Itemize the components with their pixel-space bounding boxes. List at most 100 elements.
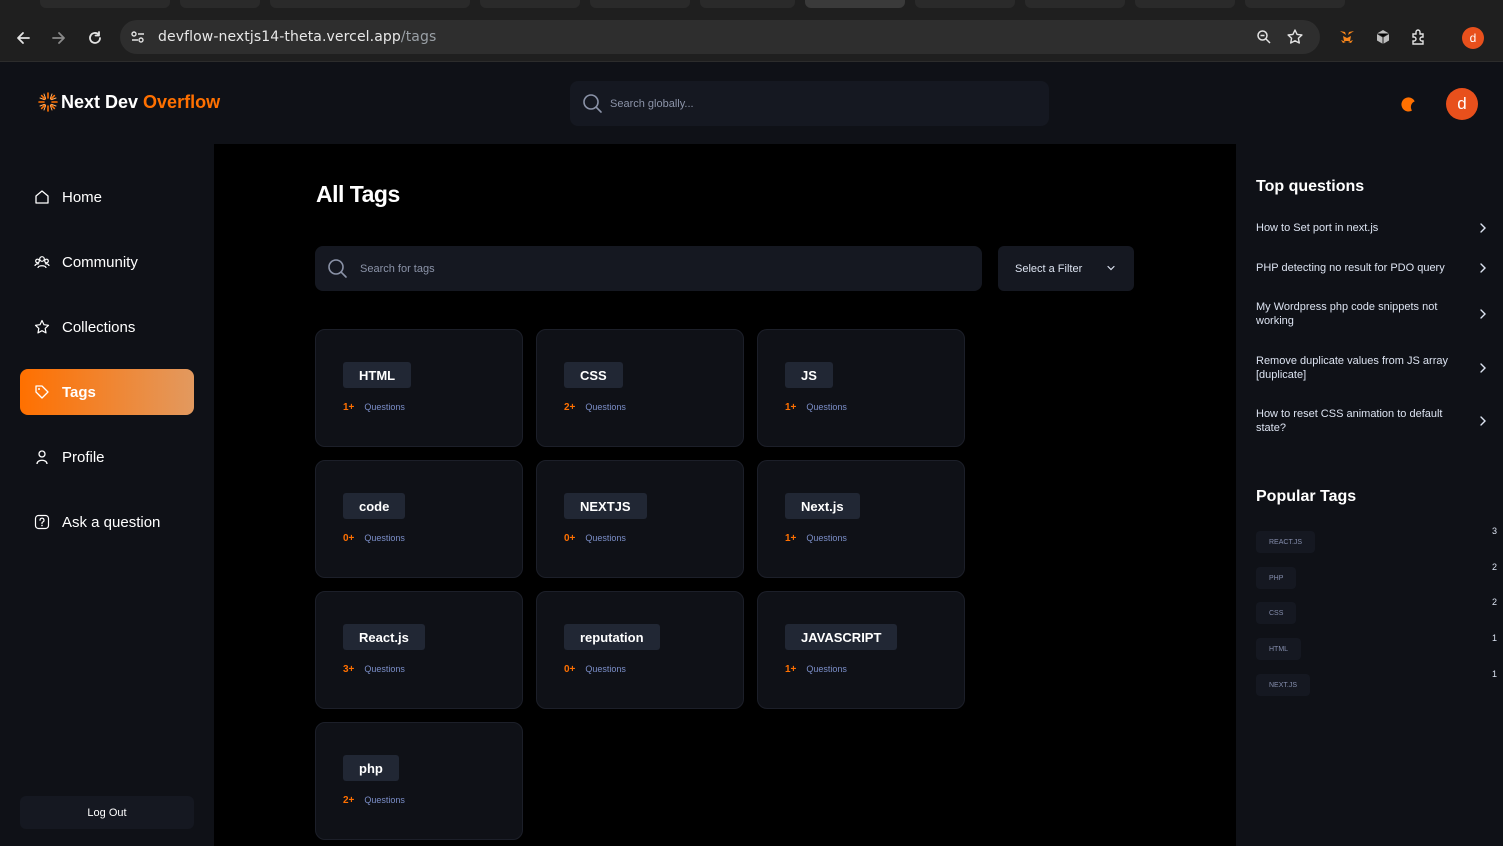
global-search-bar bbox=[570, 81, 1049, 126]
popular-tag-name: HTML bbox=[1256, 638, 1302, 660]
top-question-item[interactable]: Remove duplicate values from JS array [d… bbox=[1256, 354, 1488, 382]
extensions-puzzle-icon[interactable] bbox=[1409, 27, 1429, 47]
browser-tab[interactable] bbox=[1025, 0, 1125, 8]
logo-sunburst-icon bbox=[38, 92, 58, 112]
top-question-item[interactable]: My Wordpress php code snippets not worki… bbox=[1256, 300, 1488, 328]
popular-tag-name: REACT.JS bbox=[1256, 531, 1316, 553]
moon-icon[interactable] bbox=[1398, 94, 1418, 114]
tag-card[interactable]: HTML 1+ Questions bbox=[315, 329, 523, 447]
tag-card[interactable]: reputation 0+ Questions bbox=[536, 591, 744, 709]
back-button[interactable] bbox=[11, 26, 35, 50]
browser-tab[interactable] bbox=[1245, 0, 1345, 8]
tag-icon bbox=[34, 384, 50, 400]
chevron-right-icon bbox=[1480, 223, 1486, 233]
tag-name: JAVASCRIPT bbox=[785, 624, 898, 650]
left-sidebar: Home Community Collections Tags Profile … bbox=[0, 144, 214, 846]
filter-select-label: Select a Filter bbox=[1015, 262, 1083, 275]
chevron-right-icon bbox=[1480, 263, 1486, 273]
sidebar-item-label: Ask a question bbox=[62, 513, 161, 531]
logout-button[interactable]: Log Out bbox=[20, 796, 194, 829]
tag-name: code bbox=[343, 493, 406, 519]
tag-card[interactable]: NEXTJS 0+ Questions bbox=[536, 460, 744, 578]
right-sidebar: Top questions How to Set port in next.js… bbox=[1236, 144, 1503, 846]
browser-tab[interactable] bbox=[270, 0, 470, 8]
reload-button[interactable] bbox=[83, 26, 107, 50]
tag-card[interactable]: JAVASCRIPT 1+ Questions bbox=[757, 591, 965, 709]
sidebar-item-community[interactable]: Community bbox=[20, 239, 194, 285]
tag-name: React.js bbox=[343, 624, 425, 650]
metamask-extension-icon[interactable] bbox=[1337, 27, 1357, 47]
sidebar-item-label: Tags bbox=[62, 383, 96, 401]
popular-tag-count: 1 bbox=[1491, 633, 1497, 643]
top-questions-heading: Top questions bbox=[1256, 178, 1365, 195]
tag-card[interactable]: JS 1+ Questions bbox=[757, 329, 965, 447]
tag-name: JS bbox=[785, 362, 833, 388]
global-search-input[interactable] bbox=[610, 81, 1030, 126]
sidebar-item-label: Profile bbox=[62, 448, 105, 466]
sidebar-item-ask-question[interactable]: Ask a question bbox=[20, 499, 194, 545]
cube-extension-icon[interactable] bbox=[1373, 27, 1393, 47]
sidebar-item-home[interactable]: Home bbox=[20, 174, 194, 220]
logo-text-primary: Next Dev bbox=[61, 91, 139, 112]
back-arrow-icon bbox=[17, 32, 30, 44]
browser-profile-avatar[interactable]: d bbox=[1462, 27, 1484, 49]
zoom-icon[interactable] bbox=[1256, 29, 1272, 45]
tag-question-count: 3+ Questions bbox=[343, 664, 405, 675]
browser-toolbar: devflow-nextjs14-theta.vercel.app/tags d bbox=[0, 12, 1503, 62]
browser-tab[interactable] bbox=[700, 0, 795, 8]
top-question-item[interactable]: PHP detecting no result for PDO query bbox=[1256, 261, 1488, 275]
top-navbar: Next Dev Overflow d bbox=[0, 62, 1503, 144]
tag-card[interactable]: CSS 2+ Questions bbox=[536, 329, 744, 447]
tag-card[interactable]: php 2+ Questions bbox=[315, 722, 523, 840]
filter-select[interactable]: Select a Filter bbox=[998, 246, 1134, 291]
forward-button[interactable] bbox=[47, 26, 71, 50]
sidebar-item-tags[interactable]: Tags bbox=[20, 369, 194, 415]
site-settings-icon[interactable] bbox=[130, 29, 146, 45]
search-icon bbox=[328, 259, 347, 278]
sidebar-item-profile[interactable]: Profile bbox=[20, 434, 194, 480]
user-avatar[interactable]: d bbox=[1446, 88, 1478, 120]
popular-tag-count: 2 bbox=[1491, 597, 1497, 607]
popular-tag-count: 2 bbox=[1491, 562, 1497, 572]
home-icon bbox=[34, 189, 50, 205]
browser-tab-active[interactable] bbox=[805, 0, 905, 8]
tag-card[interactable]: React.js 3+ Questions bbox=[315, 591, 523, 709]
sidebar-item-collections[interactable]: Collections bbox=[20, 304, 194, 350]
tag-search-input[interactable] bbox=[360, 246, 960, 291]
popular-tag-name: PHP bbox=[1256, 567, 1297, 589]
tag-name: NEXTJS bbox=[564, 493, 647, 519]
tag-question-count: 0+ Questions bbox=[343, 533, 405, 544]
browser-tab[interactable] bbox=[915, 0, 1015, 8]
tag-name: Next.js bbox=[785, 493, 860, 519]
forward-arrow-icon bbox=[52, 32, 65, 44]
url-text: devflow-nextjs14-theta.vercel.app/tags bbox=[158, 29, 437, 45]
sidebar-item-label: Collections bbox=[62, 318, 136, 336]
tag-question-count: 0+ Questions bbox=[564, 533, 626, 544]
browser-tab[interactable] bbox=[590, 0, 690, 8]
tag-name: CSS bbox=[564, 362, 623, 388]
tag-card[interactable]: Next.js 1+ Questions bbox=[757, 460, 965, 578]
tag-name: reputation bbox=[564, 624, 660, 650]
tag-card[interactable]: code 0+ Questions bbox=[315, 460, 523, 578]
site-logo[interactable]: Next Dev Overflow bbox=[37, 91, 220, 113]
tag-name: HTML bbox=[343, 362, 412, 388]
popular-tag-count: 1 bbox=[1491, 669, 1497, 679]
address-bar[interactable]: devflow-nextjs14-theta.vercel.app/tags bbox=[120, 20, 1320, 54]
tag-question-count: 0+ Questions bbox=[564, 664, 626, 675]
browser-tab[interactable] bbox=[40, 0, 170, 8]
app-root: Next Dev Overflow d Home Community Colle… bbox=[0, 62, 1503, 846]
browser-tab[interactable] bbox=[480, 0, 580, 8]
popular-tag-count: 3 bbox=[1491, 526, 1497, 536]
top-question-item[interactable]: How to reset CSS animation to default st… bbox=[1256, 407, 1488, 435]
tag-question-count: 1+ Questions bbox=[785, 533, 847, 544]
tag-question-count: 2+ Questions bbox=[564, 402, 626, 413]
browser-tab[interactable] bbox=[1135, 0, 1235, 8]
sidebar-item-label: Community bbox=[62, 253, 138, 271]
browser-tab[interactable] bbox=[180, 0, 260, 8]
bookmark-star-icon[interactable] bbox=[1286, 28, 1304, 46]
popular-tag-name: NEXT.JS bbox=[1256, 674, 1311, 696]
chevron-right-icon bbox=[1480, 309, 1486, 319]
tag-question-count: 2+ Questions bbox=[343, 795, 405, 806]
reload-icon bbox=[89, 31, 101, 44]
top-question-item[interactable]: How to Set port in next.js bbox=[1256, 221, 1488, 235]
